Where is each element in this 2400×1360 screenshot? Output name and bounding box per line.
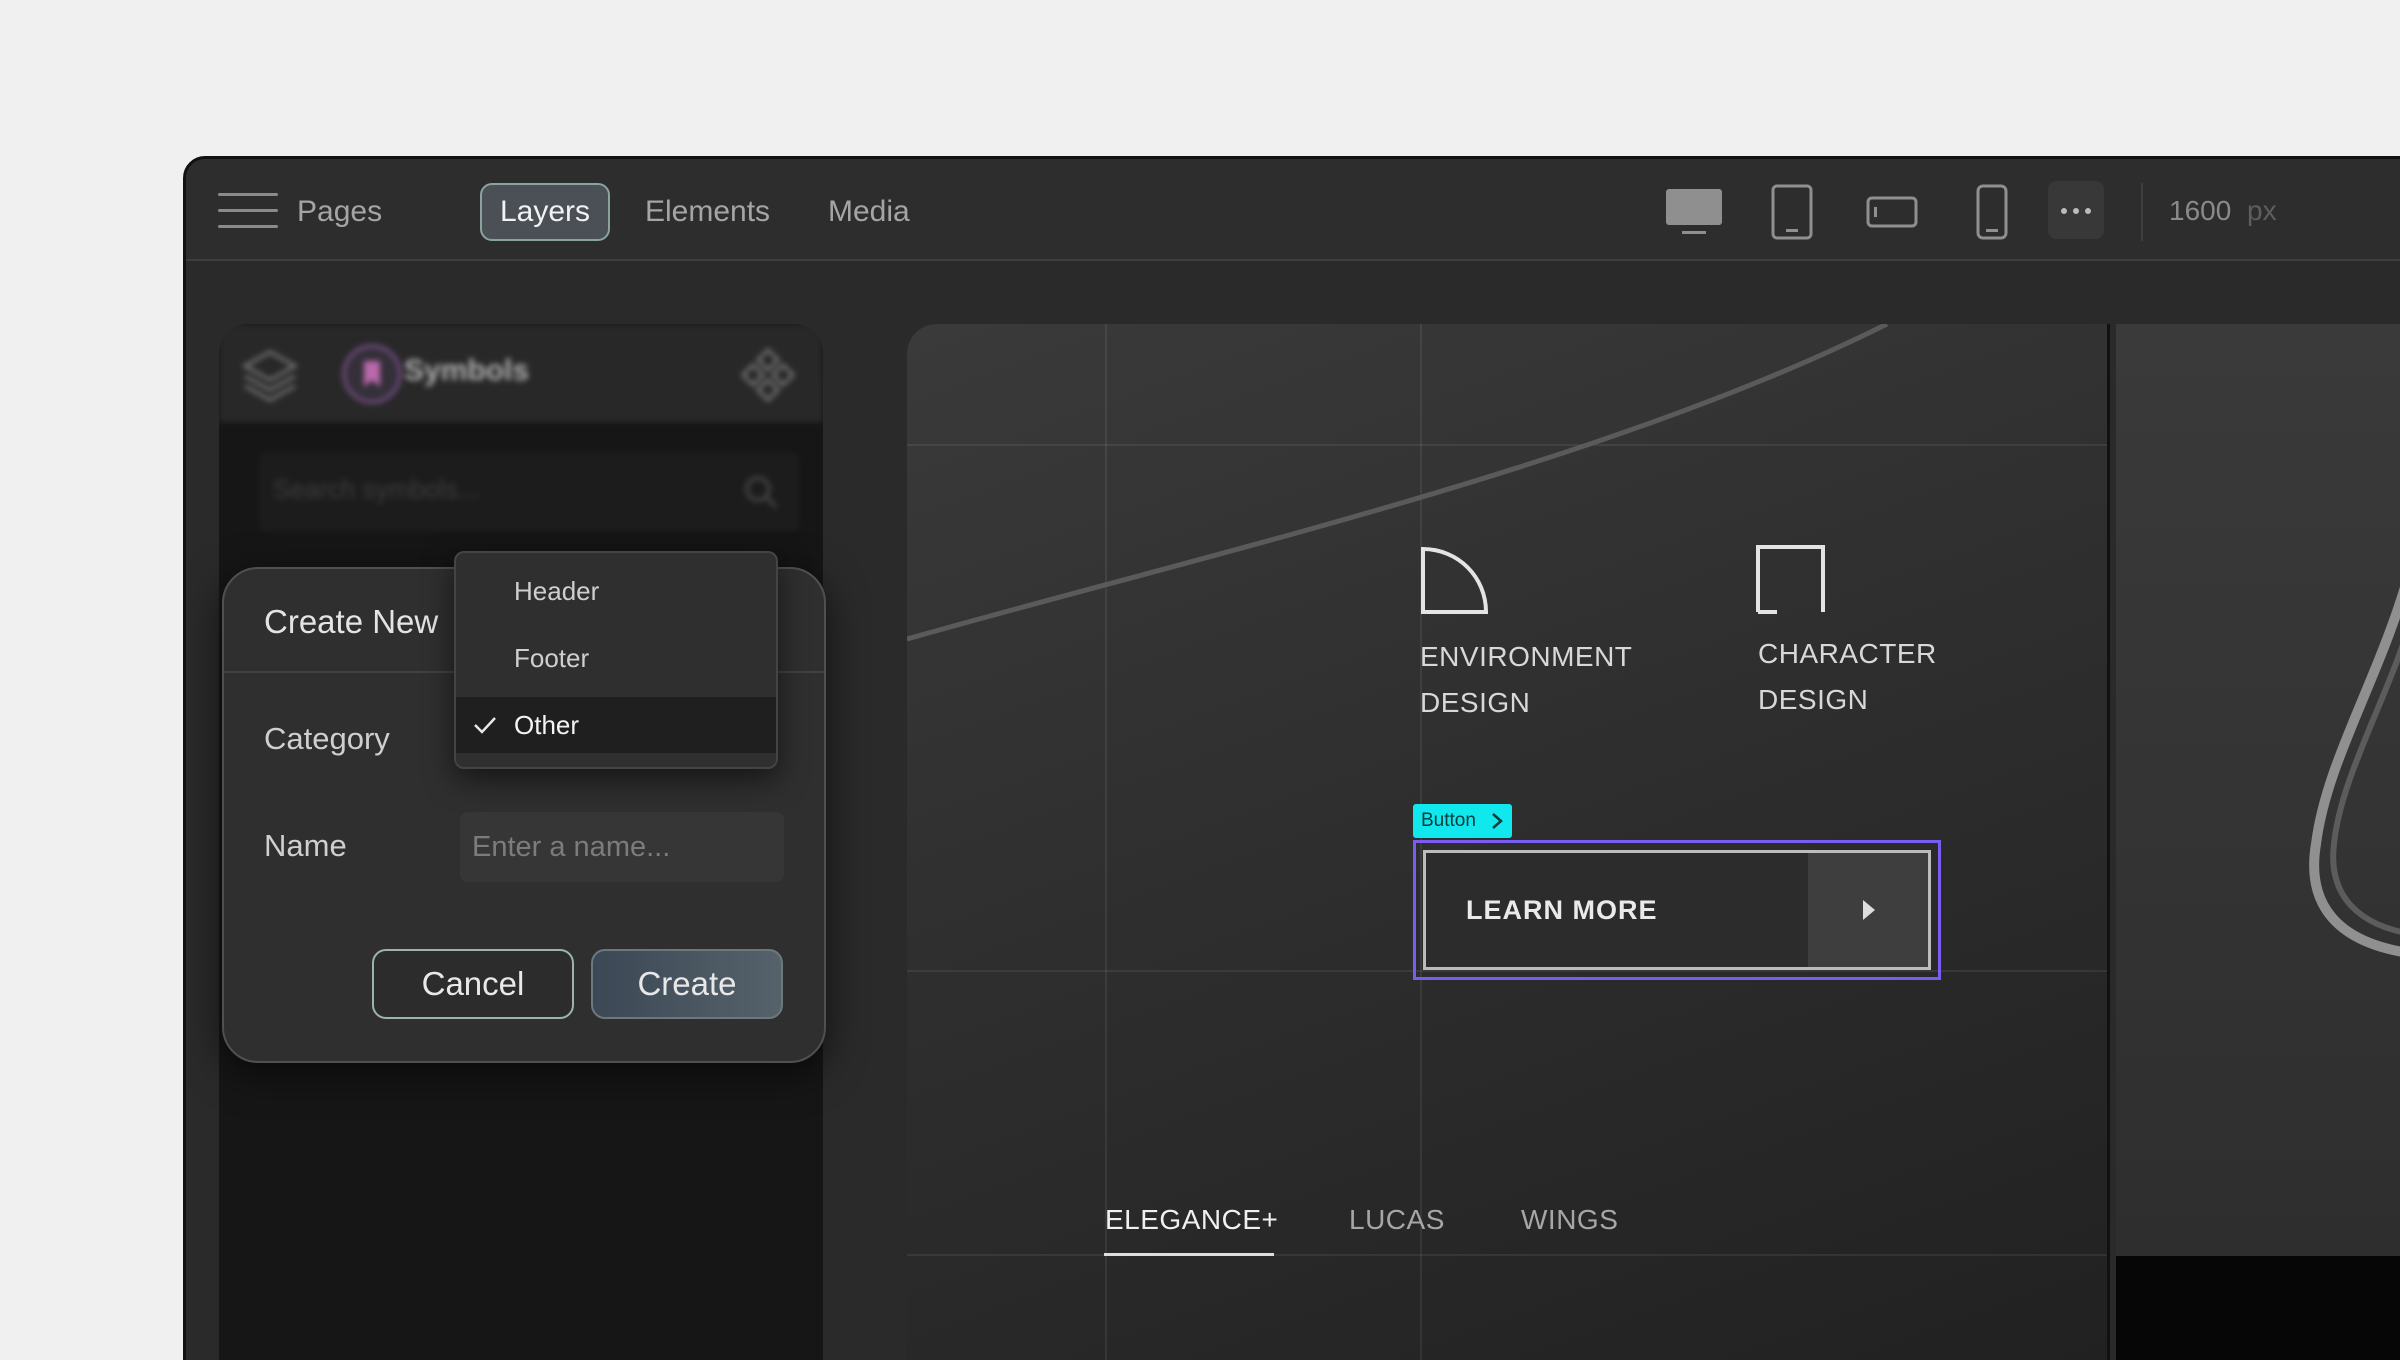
learn-more-label: LEARN MORE (1466, 895, 1658, 925)
card-title-character: CHARACTER DESIGN (1758, 631, 1937, 723)
checkmark-icon (474, 717, 496, 734)
card-title-line: DESIGN (1758, 684, 1869, 715)
layers-icon[interactable] (241, 346, 299, 404)
mobile-icon[interactable] (1975, 183, 2009, 241)
grid-line (907, 1254, 2107, 1256)
symbols-search-input[interactable]: Search symbols... (259, 452, 799, 532)
square-outline-icon (1756, 545, 1825, 614)
selection-tag-label: Button (1421, 810, 1476, 831)
quarter-circle-icon (1421, 546, 1489, 614)
tablet-landscape-icon[interactable] (1865, 195, 1919, 229)
selection-tag[interactable]: Button (1413, 804, 1512, 838)
create-button[interactable]: Create (591, 949, 783, 1019)
more-options-button[interactable] (2048, 181, 2104, 239)
canvas-width-unit: px (2247, 195, 2277, 226)
tab-elements[interactable]: Elements (627, 183, 788, 241)
symbols-panel-header: Symbols (219, 324, 823, 422)
card-title-line: DESIGN (1420, 687, 1531, 718)
name-label: Name (264, 828, 347, 863)
search-placeholder: Search symbols... (273, 474, 480, 504)
symbols-title: Symbols (404, 354, 530, 387)
dropdown-option-label: Other (514, 710, 580, 740)
design-canvas[interactable]: ENVIRONMENT DESIGN CHARACTER DESIGN Butt… (907, 324, 2107, 1360)
active-tab-underline (1104, 1253, 1274, 1256)
dropdown-option-other[interactable]: Other (456, 697, 776, 753)
dropdown-option-header[interactable]: Header (456, 563, 776, 619)
toolbar-divider (2141, 183, 2143, 241)
bookmark-icon (342, 344, 402, 404)
menu-icon[interactable] (218, 193, 280, 229)
canvas-tab-lucas[interactable]: LUCAS (1349, 1204, 1445, 1236)
top-toolbar: Pages Layers Elements Media 1600 px (186, 159, 2400, 261)
learn-more-arrow-box (1808, 853, 1928, 967)
card-title-line: CHARACTER (1758, 638, 1937, 669)
decorative-hook-shape (2309, 586, 2400, 957)
play-arrow-icon (1863, 900, 1875, 920)
cancel-button[interactable]: Cancel (372, 949, 574, 1019)
tab-media[interactable]: Media (810, 183, 928, 241)
search-icon (745, 476, 778, 509)
category-dropdown-menu: Header Footer Other (454, 551, 778, 769)
component-icon[interactable] (739, 346, 797, 404)
tab-layers[interactable]: Layers (480, 183, 611, 241)
tab-pages[interactable]: Pages (279, 183, 400, 241)
canvas-tab-elegance[interactable]: ELEGANCE+ (1105, 1204, 1278, 1236)
canvas-divider (2107, 324, 2110, 1360)
name-field[interactable] (460, 812, 784, 882)
dropdown-option-footer[interactable]: Footer (456, 630, 776, 686)
app-window: Pages Layers Elements Media 1600 px Symb… (183, 156, 2400, 1360)
desktop-icon[interactable] (1664, 187, 1724, 237)
card-title-line: ENVIRONMENT (1420, 641, 1633, 672)
canvas-width-value[interactable]: 1600 (2169, 195, 2231, 227)
learn-more-button[interactable]: LEARN MORE (1423, 850, 1931, 970)
canvas-preview-bottom (2116, 1256, 2400, 1360)
chevron-right-icon (1492, 813, 1503, 829)
tablet-portrait-icon[interactable] (1770, 183, 1814, 241)
category-label: Category (264, 721, 390, 756)
card-title-environment: ENVIRONMENT DESIGN (1420, 634, 1632, 726)
dialog-title: Create New (264, 603, 439, 640)
canvas-preview-right (2116, 324, 2400, 1360)
canvas-tab-wings[interactable]: WINGS (1521, 1204, 1618, 1236)
